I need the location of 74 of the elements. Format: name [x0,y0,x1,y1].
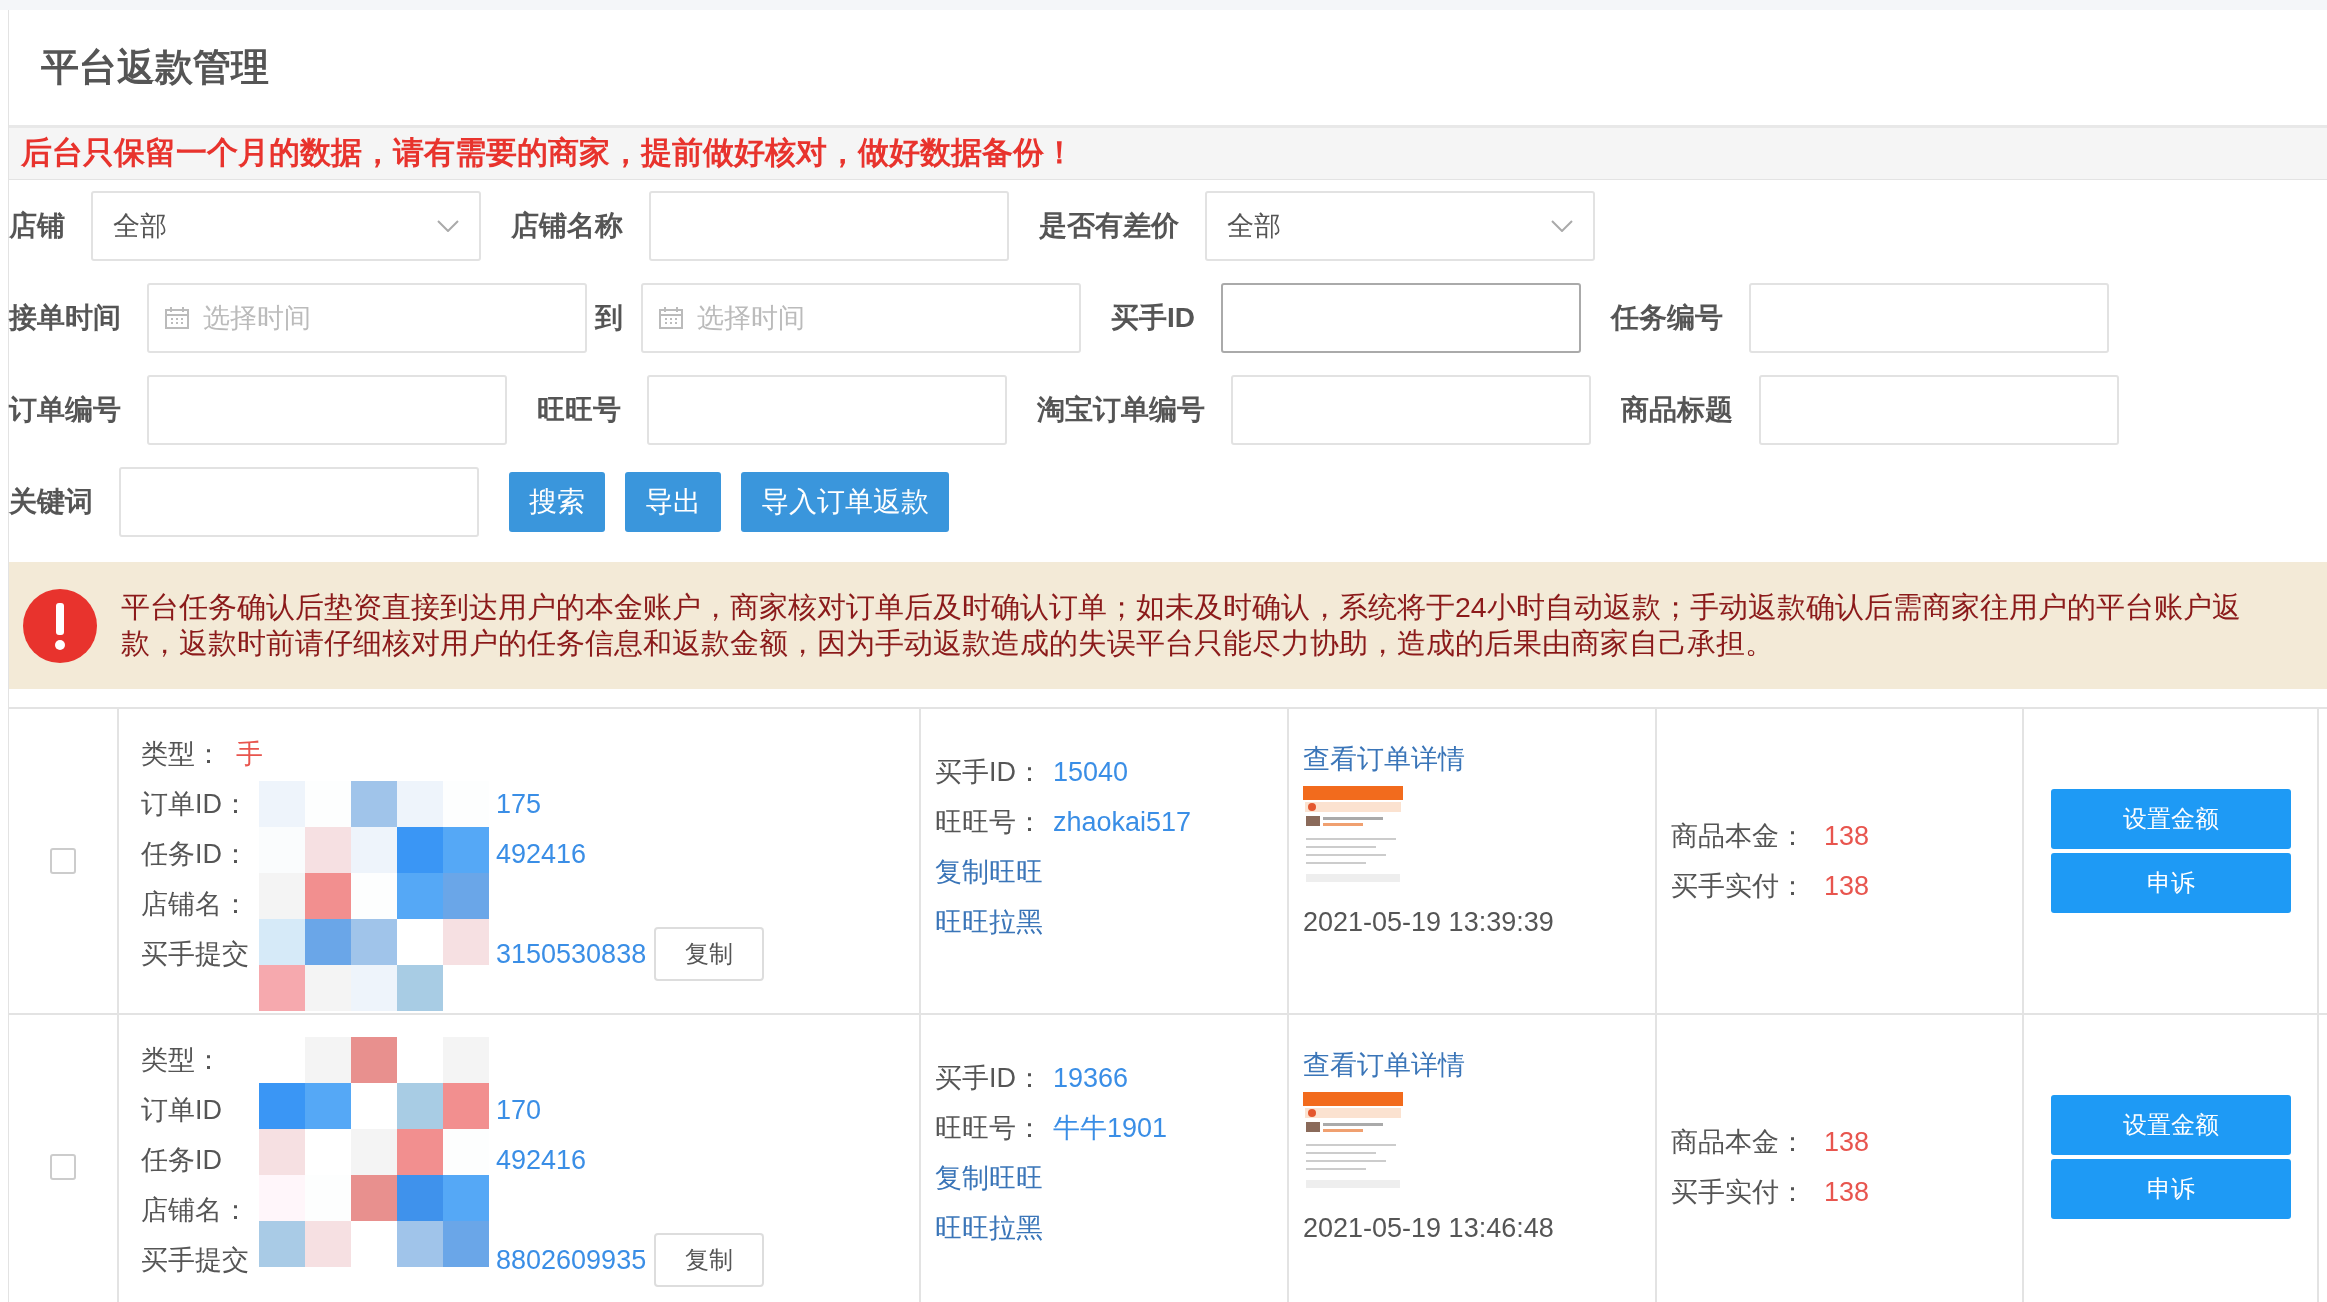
info-label: 任务ID： [141,837,250,871]
info-value: 3150530838 [496,937,647,971]
link[interactable]: 复制旺旺 [935,851,1043,893]
field-label: 淘宝订单编号 [1037,393,1205,427]
checkbox[interactable] [50,848,76,874]
wangwang-id: zhaokai517 [1053,805,1192,839]
amount-label: 买手实付： [1671,1175,1806,1209]
action-button[interactable]: 申诉 [2050,1159,2291,1219]
info-label: 订单ID： [141,787,250,821]
link[interactable]: 旺旺拉黑 [935,1207,1043,1249]
link[interactable]: 复制旺旺 [935,1157,1043,1199]
field-label: 商品标题 [1621,393,1733,427]
info-label: 买手提交 [141,1243,250,1277]
order-detail-link[interactable]: 查看订单详情 [1303,1050,1465,1080]
order-time: 2021-05-19 13:39:39 [1303,905,1555,939]
info-value: 8802609935 [496,1243,647,1277]
info-label: 任务ID [141,1143,223,1177]
order-time: 2021-05-19 13:46:48 [1303,1211,1555,1245]
amount-value: 138 [1824,1125,1870,1159]
amount-value: 138 [1824,869,1870,903]
amount-label: 商品本金： [1671,1125,1806,1159]
info-value: 492416 [496,1143,587,1177]
select-field[interactable]: 全部 [1205,191,1595,261]
info-label: 店铺名： [141,887,250,921]
action-button[interactable]: 设置金额 [2050,789,2291,849]
calendar-icon [659,307,683,329]
action-button[interactable]: 申诉 [2050,853,2291,913]
link[interactable]: 旺旺拉黑 [935,901,1043,943]
warning-icon [23,588,97,663]
field-label: 接单时间 [9,301,121,335]
checkbox[interactable] [50,1154,76,1180]
field-label: 任务编号 [1611,301,1723,335]
info-value: 手 [236,737,263,771]
info-label: 旺旺号： [935,1111,1043,1145]
info-label: 买手提交 [141,937,250,971]
info-value: 170 [496,1093,542,1127]
info-value: 175 [496,787,542,821]
info-label: 旺旺号： [935,805,1043,839]
field-label: 旺旺号 [537,393,621,427]
buyer-id: 19366 [1053,1061,1129,1095]
info-label: 类型： [141,1043,223,1077]
action-button[interactable]: 导出 [625,472,721,532]
notice-text: 后台只保留一个月的数据，请有需要的商家，提前做好核对，做好数据备份！ [9,128,2327,180]
field-label: 关键词 [9,485,93,519]
field-label: 买手ID [1111,301,1195,335]
field-label: 是否有差价 [1039,209,1179,243]
field-label: 订单编号 [9,393,121,427]
info-label: 店铺名： [141,1193,250,1227]
warning-text: 平台任务确认后垫资直接到达用户的本金账户，商家核对订单后及时确认订单；如未及时确认，系统将于24小时自动返款；手动返款确认后需商家往用户的平台账户返款，返款时前请仔细核对用户的任务信息和返款金额，因为手动返款造成的失误平台只能尽力协助，造成的后果由商家自己承担。 [121,589,2242,661]
copy-button[interactable]: 复制 [654,1233,765,1287]
info-value: 492416 [496,837,587,871]
info-label: 订单ID [141,1093,223,1127]
calendar-icon [165,307,189,329]
copy-button[interactable]: 复制 [654,927,765,981]
info-label: 买手ID： [935,1061,1043,1095]
wangwang-id: 牛牛1901 [1053,1111,1168,1145]
chevron-down-icon [1551,220,1573,232]
order-detail-link[interactable]: 查看订单详情 [1303,744,1465,774]
field-label: 店铺名称 [511,209,623,243]
info-label: 买手ID： [935,755,1043,789]
amount-value: 138 [1824,1175,1870,1209]
field-label: 店铺 [9,209,65,243]
chevron-down-icon [437,220,459,232]
action-button[interactable]: 设置金额 [2050,1095,2291,1155]
action-button[interactable]: 搜索 [509,472,605,532]
select-field[interactable]: 全部 [91,191,481,261]
info-label: 类型： [141,737,222,771]
action-button[interactable]: 导入订单返款 [741,472,949,532]
buyer-id: 15040 [1053,755,1129,789]
amount-label: 商品本金： [1671,819,1806,853]
amount-label: 买手实付： [1671,869,1806,903]
input-field[interactable] [1221,283,1581,353]
field-label: 到 [595,301,623,335]
amount-value: 138 [1824,819,1870,853]
